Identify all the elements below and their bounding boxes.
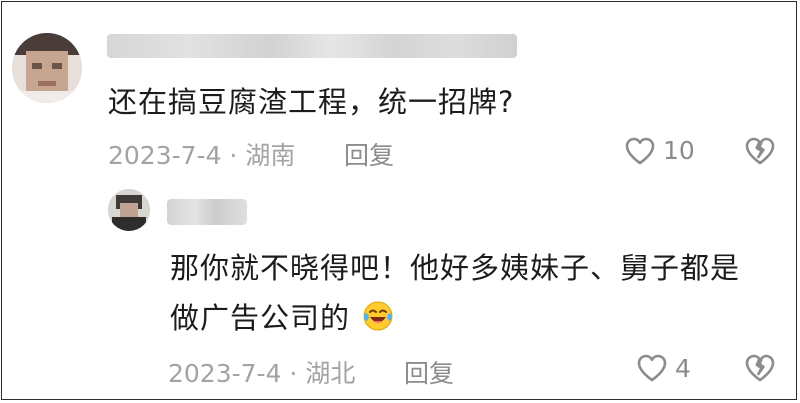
dislike-broken-heart-icon[interactable]	[743, 135, 777, 167]
replier-username-blurred[interactable]	[167, 199, 247, 225]
reply-button[interactable]: 回复	[344, 136, 394, 172]
reply-heart-icon[interactable]	[636, 352, 668, 384]
reply-meta: 2023-7-4 · 湖北	[168, 359, 356, 388]
reply-text-line1: 那你就不晓得吧！他好多姨妹子、舅子都是	[170, 251, 741, 285]
reply-text-line2: 做广告公司的	[170, 295, 394, 337]
like-count: 10	[663, 136, 695, 165]
laughing-crying-emoji-icon	[363, 301, 393, 331]
replier-avatar[interactable]	[108, 189, 150, 231]
heart-icon[interactable]	[624, 135, 656, 167]
commenter-avatar[interactable]	[12, 33, 82, 103]
reply-to-reply-button[interactable]: 回复	[404, 354, 454, 390]
commenter-username-blurred[interactable]	[107, 34, 517, 58]
reply-dislike-broken-heart-icon[interactable]	[743, 352, 777, 384]
comment-meta: 2023-7-4 · 湖南	[108, 141, 296, 170]
reply-text-line2-content: 做广告公司的	[170, 301, 351, 335]
reply-like-count: 4	[675, 354, 691, 383]
comment-text: 还在搞豆腐渣工程，统一招牌?	[108, 85, 515, 119]
comment-thread: 还在搞豆腐渣工程，统一招牌? 2023-7-4 · 湖南 回复 10 那你就不晓…	[1, 1, 797, 400]
